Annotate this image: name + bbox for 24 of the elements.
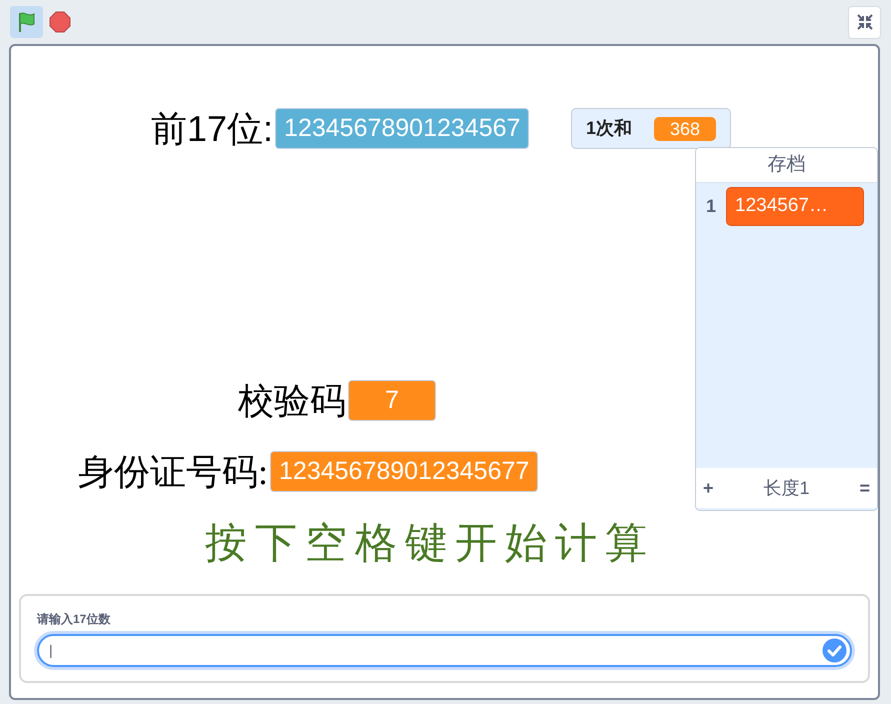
- variable-label: 前17位:: [151, 110, 274, 146]
- run-button[interactable]: [10, 6, 43, 38]
- variable-label: 1次和: [586, 117, 632, 140]
- stop-icon[interactable]: [49, 11, 71, 33]
- flag-icon: [16, 11, 36, 33]
- variable-value: 368: [654, 116, 716, 140]
- check-icon[interactable]: [822, 638, 847, 663]
- variable-label: 身份证号码:: [78, 454, 268, 490]
- resize-handle[interactable]: =: [859, 474, 870, 502]
- variable-value: 123456789012345677: [270, 451, 538, 492]
- list-index: 1: [706, 195, 716, 218]
- instruction-text: 按下空格键开始计算: [205, 517, 655, 569]
- list-item: 1234567…: [726, 187, 864, 226]
- shrink-icon: [856, 14, 872, 30]
- answer-text: |: [49, 641, 54, 660]
- add-item-button[interactable]: +: [703, 474, 714, 502]
- list-length: 长度1: [763, 476, 810, 500]
- answer-field[interactable]: |: [37, 634, 852, 667]
- variable-value: 7: [348, 380, 436, 421]
- prompt-question: 请输入17位数: [37, 611, 112, 628]
- list-title: 存档: [696, 148, 877, 183]
- variable-value: 12345678901234567: [275, 108, 530, 149]
- variable-label: 校验码: [238, 382, 346, 418]
- exit-fullscreen-button[interactable]: [848, 6, 881, 38]
